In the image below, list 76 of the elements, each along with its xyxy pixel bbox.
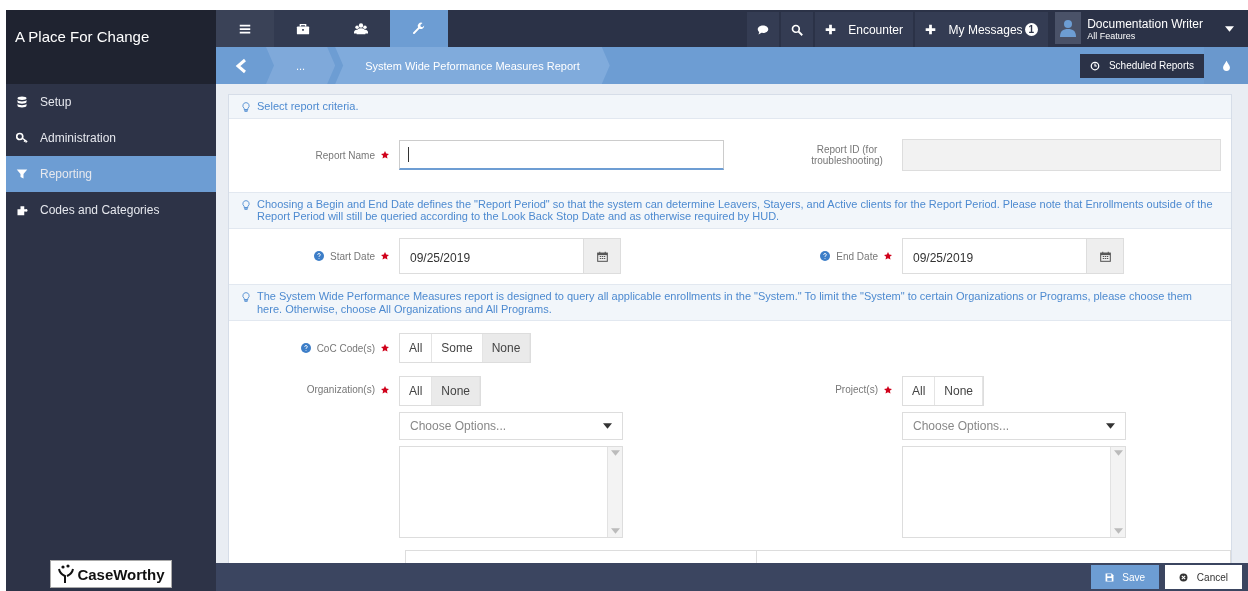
scheduled-reports-button[interactable]: Scheduled Reports xyxy=(1080,53,1204,78)
lightbulb-icon xyxy=(241,102,251,112)
clock-icon xyxy=(1090,60,1101,71)
people-icon xyxy=(354,21,368,36)
field-label: Project(s) xyxy=(835,384,878,396)
calendar-icon xyxy=(596,250,608,262)
required-icon xyxy=(381,151,389,160)
caret-icon xyxy=(1106,423,1115,430)
required-icon xyxy=(884,385,892,394)
choose-options-dropdown[interactable]: Choose Options... xyxy=(902,412,1126,441)
nav-tab[interactable] xyxy=(274,10,332,47)
briefcase-icon xyxy=(296,21,310,36)
caret-icon xyxy=(603,423,612,430)
chevron-left-icon xyxy=(235,57,247,74)
user-name: Documentation Writer xyxy=(1087,16,1203,31)
caret-icon xyxy=(1113,528,1123,535)
puzzle-icon xyxy=(16,204,28,216)
search-icon xyxy=(790,23,803,36)
scrollbar[interactable] xyxy=(1110,447,1125,538)
help-icon[interactable] xyxy=(820,251,831,262)
encounter-button[interactable]: Encounter xyxy=(814,12,913,47)
required-icon xyxy=(381,344,389,353)
required-icon xyxy=(381,385,389,394)
option-button[interactable]: None xyxy=(432,377,481,406)
lightbulb-icon xyxy=(241,291,251,302)
caret-icon xyxy=(610,450,620,457)
droplet-icon xyxy=(1220,60,1232,71)
required-icon xyxy=(381,252,389,261)
info-note: Select report criteria. xyxy=(257,100,359,113)
sidebar-item[interactable]: Codes and Categories xyxy=(6,192,216,228)
chat-icon xyxy=(756,23,769,36)
field-label: CoC Code(s) xyxy=(316,342,375,354)
option-button[interactable]: None xyxy=(482,334,531,363)
message-count-badge: 1 xyxy=(1024,23,1039,36)
cancel-button[interactable]: Cancel xyxy=(1165,565,1242,589)
field-label: Organization(s) xyxy=(306,384,375,396)
field-label: Report Name xyxy=(315,149,375,161)
breadcrumb-current: System Wide Peformance Measures Report xyxy=(335,47,610,84)
nav-tab[interactable] xyxy=(332,10,390,47)
app-title: A Place For Change xyxy=(15,28,150,45)
field-label: End Date xyxy=(836,250,878,262)
caret-icon xyxy=(610,528,620,535)
plus-icon xyxy=(924,24,936,35)
key-icon xyxy=(16,132,28,144)
help-icon[interactable] xyxy=(313,251,324,262)
help-icon[interactable] xyxy=(300,343,311,354)
search-button[interactable] xyxy=(780,12,813,47)
filter-icon xyxy=(16,168,28,180)
caret-icon xyxy=(1225,25,1234,32)
scrollbar[interactable] xyxy=(607,447,622,538)
user-avatar xyxy=(1055,12,1082,44)
chat-button[interactable] xyxy=(746,12,779,47)
calendar-button[interactable] xyxy=(583,239,620,274)
start-date-field[interactable]: 09/25/2019 xyxy=(399,238,621,275)
lightbulb-icon xyxy=(241,199,251,210)
report-name-field[interactable] xyxy=(399,140,724,171)
cancel-icon xyxy=(1179,572,1189,582)
caseworthy-logo: CaseWorthy xyxy=(50,560,172,588)
sidebar-item[interactable]: Setup xyxy=(6,84,216,120)
calendar-icon xyxy=(1099,250,1111,262)
choose-options-dropdown[interactable]: Choose Options... xyxy=(399,412,623,441)
field-label: Report ID (for troubleshooting) xyxy=(810,144,884,167)
theme-button[interactable] xyxy=(1204,47,1248,84)
database-icon xyxy=(16,96,28,108)
wrench-icon xyxy=(412,21,426,36)
sidebar-item[interactable]: Administration xyxy=(6,120,216,156)
end-date-field[interactable]: 09/25/2019 xyxy=(902,238,1124,275)
my-messages-button[interactable]: My Messages 1 xyxy=(914,12,1049,47)
plus-icon xyxy=(824,24,836,35)
info-note: The System Wide Performance Measures report is designed to query all applicable enrollments in the "System." To limit the "System" to certain Organizations or Programs, please choose them here. Otherwise, choose All Organizations and All Programs. xyxy=(257,289,1193,316)
field-label: Start Date xyxy=(329,250,375,262)
user-role: All Features xyxy=(1087,30,1137,41)
calendar-button[interactable] xyxy=(1086,239,1123,274)
required-icon xyxy=(884,252,892,261)
info-note: Choosing a Begin and End Date defines the "Report Period" so that the system can determine Leavers, Stayers, and Active clients for the Report Period. Please note that Enrollments outside of the Report Period will still be queried according to the Look Back Stop Date and as otherwise required by HUD. xyxy=(257,197,1214,223)
caret-icon xyxy=(1113,450,1123,457)
